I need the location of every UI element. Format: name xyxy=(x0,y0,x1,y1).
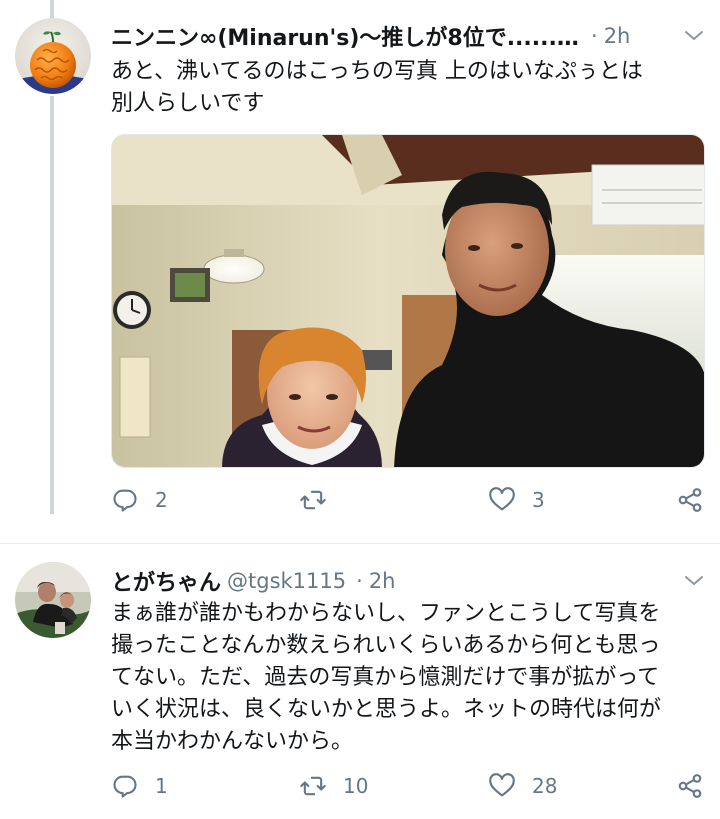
like-button[interactable]: 28 xyxy=(488,768,557,804)
display-name[interactable]: とがちゃん xyxy=(111,565,221,597)
retweet-icon xyxy=(300,776,326,796)
devil-fruit-avatar-image xyxy=(15,18,91,94)
like-count: 3 xyxy=(532,488,545,512)
tweet[interactable]: ニンニン∞(Minarun's)〜推しが8位で......す... · 2h あ… xyxy=(0,0,720,520)
tweet-header: ニンニン∞(Minarun's)〜推しが8位で......す... · 2h xyxy=(111,18,706,54)
tweet-text-line: 別人らしいです xyxy=(111,91,265,116)
share-icon xyxy=(678,774,702,798)
user-photo-avatar-image xyxy=(15,562,91,638)
tweet-actions: 1 10 28 xyxy=(111,768,706,804)
tweet-text-line: てない。ただ、過去の写真から憶測だけで事が拡がって xyxy=(111,665,660,690)
reply-count: 2 xyxy=(155,488,168,512)
tweet-text-line: いく状況は、良くないかと思うよ。ネットの時代は何が xyxy=(111,697,662,722)
tweet-text-line: 本当かわかんないから。 xyxy=(111,729,354,754)
tweet-text-line: あと、沸いてるのはこっちの写真 上のはいなぷぅとは xyxy=(111,59,643,84)
tweet-divider xyxy=(0,543,720,544)
share-button[interactable] xyxy=(676,768,704,804)
tweet-photo[interactable] xyxy=(111,134,705,468)
tweet[interactable]: とがちゃん @tgsk1115 · 2h まぁ誰が誰かもわからないし、ファンとこ… xyxy=(0,545,720,819)
reply-icon xyxy=(113,489,137,512)
chevron-down-icon[interactable] xyxy=(682,569,706,593)
share-button[interactable] xyxy=(676,482,704,518)
like-button[interactable]: 3 xyxy=(488,482,545,518)
reply-icon xyxy=(113,775,137,798)
reply-count: 1 xyxy=(155,774,168,798)
tweet-text: まぁ誰が誰かもわからないし、ファンとこうして写真を 撮ったことなんか数えられいく… xyxy=(111,598,706,758)
retweet-count: 10 xyxy=(343,774,369,798)
separator-dot: · xyxy=(591,24,598,48)
tweet-text: あと、沸いてるのはこっちの写真 上のはいなぷぅとは 別人らしいです xyxy=(111,56,706,120)
tweet-actions: 2 3 xyxy=(111,482,706,518)
chevron-down-icon[interactable] xyxy=(682,24,706,48)
tweet-text-line: 撮ったことなんか数えられいくらいあるから何とも思っ xyxy=(111,633,661,658)
heart-icon xyxy=(489,773,515,797)
like-count: 28 xyxy=(532,774,558,798)
avatar[interactable] xyxy=(15,562,91,638)
separator-dot: · xyxy=(356,569,363,593)
reply-button[interactable]: 2 xyxy=(111,482,168,518)
timestamp[interactable]: 2h xyxy=(604,24,631,48)
heart-icon xyxy=(489,487,515,511)
reply-button[interactable]: 1 xyxy=(111,768,168,804)
timestamp[interactable]: 2h xyxy=(369,569,396,593)
photo-image xyxy=(112,135,704,467)
retweet-button[interactable] xyxy=(299,482,343,518)
user-handle[interactable]: @tgsk1115 xyxy=(227,569,346,593)
tweet-text-line: まぁ誰が誰かもわからないし、ファンとこうして写真を xyxy=(111,601,661,626)
retweet-button[interactable]: 10 xyxy=(299,768,368,804)
timeline: ニンニン∞(Minarun's)〜推しが8位で......す... · 2h あ… xyxy=(0,0,720,819)
tweet-header: とがちゃん @tgsk1115 · 2h xyxy=(111,563,706,599)
display-name[interactable]: ニンニン∞(Minarun's)〜推しが8位で......す... xyxy=(111,20,581,52)
share-icon xyxy=(678,488,702,512)
avatar[interactable] xyxy=(15,18,91,94)
retweet-icon xyxy=(300,490,326,510)
